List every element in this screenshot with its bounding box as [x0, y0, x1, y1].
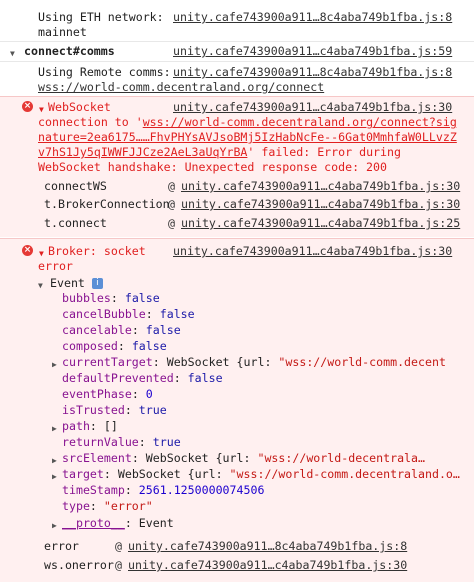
log-url-link[interactable]: wss://world-comm.decentraland.org/connec… — [38, 80, 324, 95]
prop-row: returnValue: true — [62, 435, 181, 449]
expand-triangle-icon[interactable]: ▶ — [52, 469, 57, 484]
log-text: Using ETH network: — [38, 10, 164, 24]
log-source-link[interactable]: unity.cafe743900a911…8c4aba749b1fba.js:8 — [173, 10, 452, 25]
prop-row: isTrusted: true — [62, 403, 167, 417]
error-message: WebSocket handshake: Unexpected response… — [38, 160, 388, 174]
log-text: Using Remote comms: — [38, 65, 171, 79]
stack-source-link[interactable]: unity.cafe743900a911…c4aba749b1fba.js:25 — [181, 216, 460, 231]
stack-at: @ — [115, 558, 122, 572]
stack-function: ws.onerror — [44, 558, 114, 572]
stack-at: @ — [168, 197, 175, 211]
stack-source-link[interactable]: unity.cafe743900a911…8c4aba749b1fba.js:8 — [128, 539, 407, 554]
prop-row: cancelable: false — [62, 323, 181, 337]
error-url-link[interactable]: nature=2ea6175……FhvPHYsAVJsoBMj5IzHabNcF… — [38, 130, 457, 145]
expand-triangle-icon[interactable]: ▶ — [52, 518, 57, 533]
log-text: mainnet — [38, 25, 87, 39]
prop-row[interactable]: srcElement: WebSocket {url: "wss://world… — [62, 451, 425, 466]
error-icon: × — [22, 101, 33, 112]
stack-function: connectWS — [44, 179, 107, 193]
expand-triangle-icon[interactable]: ▶ — [52, 357, 57, 372]
stack-at: @ — [168, 216, 175, 230]
prop-row[interactable]: target: WebSocket {url: "wss://world-com… — [62, 467, 460, 482]
error-message: connection to 'wss://world-comm.decentra… — [38, 115, 457, 129]
stack-function: error — [44, 539, 79, 553]
stack-source-link[interactable]: unity.cafe743900a911…c4aba749b1fba.js:30 — [128, 558, 407, 573]
prop-row[interactable]: __proto__: Event — [62, 516, 174, 531]
info-icon[interactable]: i — [91, 278, 103, 289]
stack-source-link[interactable]: unity.cafe743900a911…c4aba749b1fba.js:30 — [181, 197, 460, 212]
stack-function: t.connect — [44, 216, 107, 230]
prop-row: defaultPrevented: false — [62, 371, 223, 385]
prop-row: cancelBubble: false — [62, 307, 195, 321]
prop-row: bubbles: false — [62, 291, 160, 305]
prop-row: timeStamp: 2561.1250000074506 — [62, 483, 265, 497]
expand-triangle-icon[interactable]: ▼ — [10, 46, 15, 61]
error-title[interactable]: Broker: socket — [48, 244, 146, 259]
stack-source-link[interactable]: unity.cafe743900a911…c4aba749b1fba.js:30 — [181, 179, 460, 194]
expand-triangle-icon[interactable]: ▶ — [52, 421, 57, 436]
prop-row: type: "error" — [62, 499, 153, 513]
group-label[interactable]: connect#comms — [24, 44, 115, 59]
log-source-link[interactable]: unity.cafe743900a911…8c4aba749b1fba.js:8 — [173, 65, 452, 80]
group-source-link[interactable]: unity.cafe743900a911…c4aba749b1fba.js:59 — [173, 44, 452, 59]
expand-triangle-icon[interactable]: ▶ — [52, 453, 57, 468]
event-object-label[interactable]: Event i — [50, 276, 103, 291]
error-url-link[interactable]: wss://world-comm.decentraland.org/connec… — [143, 115, 457, 129]
error-icon: × — [22, 245, 33, 256]
error-url-link[interactable]: v7hS1Jy5qIWWFJJCze2AeL3aUqYrBA — [38, 145, 247, 159]
prop-row: eventPhase: 0 — [62, 387, 153, 401]
prop-row[interactable]: currentTarget: WebSocket {url: "wss://wo… — [62, 355, 446, 370]
error-title: error — [38, 259, 73, 273]
expand-triangle-icon[interactable]: ▼ — [38, 278, 43, 293]
error-source-link[interactable]: unity.cafe743900a911…c4aba749b1fba.js:30 — [173, 100, 452, 115]
prop-row[interactable]: path: [] — [62, 419, 118, 434]
stack-at: @ — [168, 179, 175, 193]
stack-at: @ — [115, 539, 122, 553]
error-title[interactable]: WebSocket — [48, 100, 111, 115]
error-message: v7hS1Jy5qIWWFJJCze2AeL3aUqYrBA' failed: … — [38, 145, 401, 159]
stack-function: t.BrokerConnection — [44, 197, 170, 211]
prop-row: composed: false — [62, 339, 167, 353]
error-source-link[interactable]: unity.cafe743900a911…c4aba749b1fba.js:30 — [173, 244, 452, 259]
